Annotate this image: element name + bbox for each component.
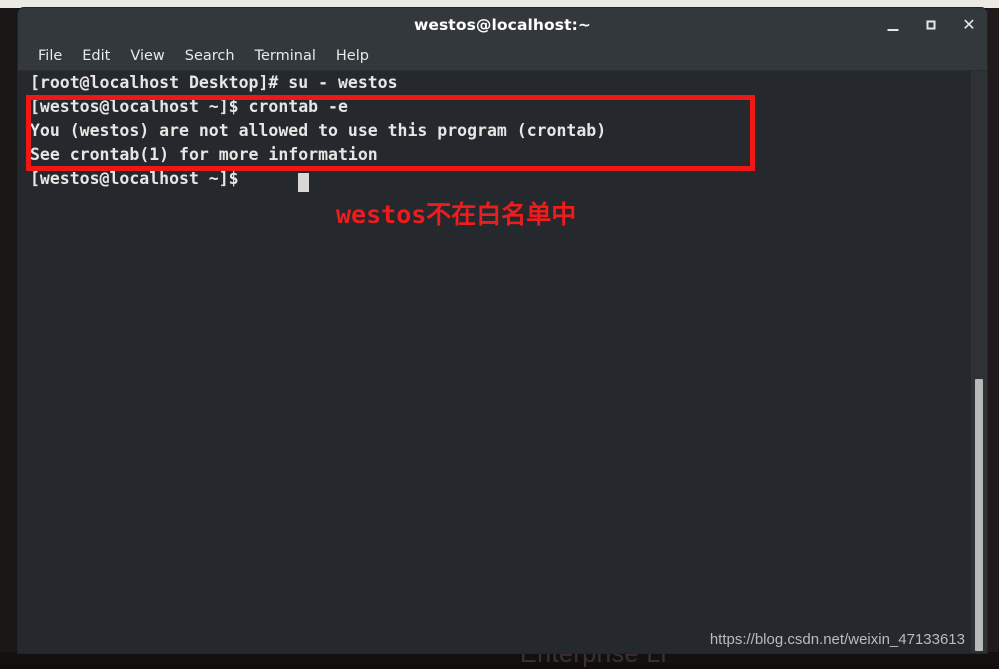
desktop-left-margin <box>0 8 18 663</box>
desktop-top-strip <box>0 0 999 8</box>
terminal-line-3: See crontab(1) for more information <box>30 145 378 164</box>
window-titlebar[interactable]: westos@localhost:~ ✕ <box>18 8 987 42</box>
menu-item-help[interactable]: Help <box>326 46 379 66</box>
terminal-output-area[interactable]: [root@localhost Desktop]# su - westos [w… <box>18 71 987 653</box>
menu-item-file[interactable]: File <box>28 46 72 66</box>
desktop-right-margin <box>987 8 999 663</box>
desktop-bottom-margin <box>0 652 999 663</box>
minimize-button[interactable] <box>885 17 901 33</box>
maximize-icon <box>926 20 936 30</box>
terminal-scrollbar-track[interactable] <box>971 71 987 653</box>
close-icon: ✕ <box>962 15 976 34</box>
maximize-button[interactable] <box>923 17 939 33</box>
terminal-line-2: You (westos) are not allowed to use this… <box>30 121 607 140</box>
terminal-cursor <box>298 173 309 192</box>
terminal-line-4: [westos@localhost ~]$ <box>30 169 239 188</box>
minimize-icon <box>887 29 899 31</box>
window-controls: ✕ <box>885 8 977 42</box>
menu-item-edit[interactable]: Edit <box>72 46 120 66</box>
menu-item-terminal[interactable]: Terminal <box>245 46 326 66</box>
terminal-line-1: [westos@localhost ~]$ crontab -e <box>30 97 348 116</box>
watermark-url: https://blog.csdn.net/weixin_47133613 <box>709 631 965 648</box>
menu-item-search[interactable]: Search <box>175 46 245 66</box>
close-button[interactable]: ✕ <box>961 17 977 33</box>
annotation-note-text: westos不在白名单中 <box>336 200 577 229</box>
menu-item-view[interactable]: View <box>120 46 174 66</box>
menubar: File Edit View Search Terminal Help <box>18 42 987 71</box>
window-title: westos@localhost:~ <box>413 16 592 34</box>
terminal-scrollbar-thumb[interactable] <box>975 379 983 651</box>
terminal-window: westos@localhost:~ ✕ File Edit View Sear… <box>18 8 987 653</box>
terminal-line-0: [root@localhost Desktop]# su - westos <box>30 73 398 92</box>
